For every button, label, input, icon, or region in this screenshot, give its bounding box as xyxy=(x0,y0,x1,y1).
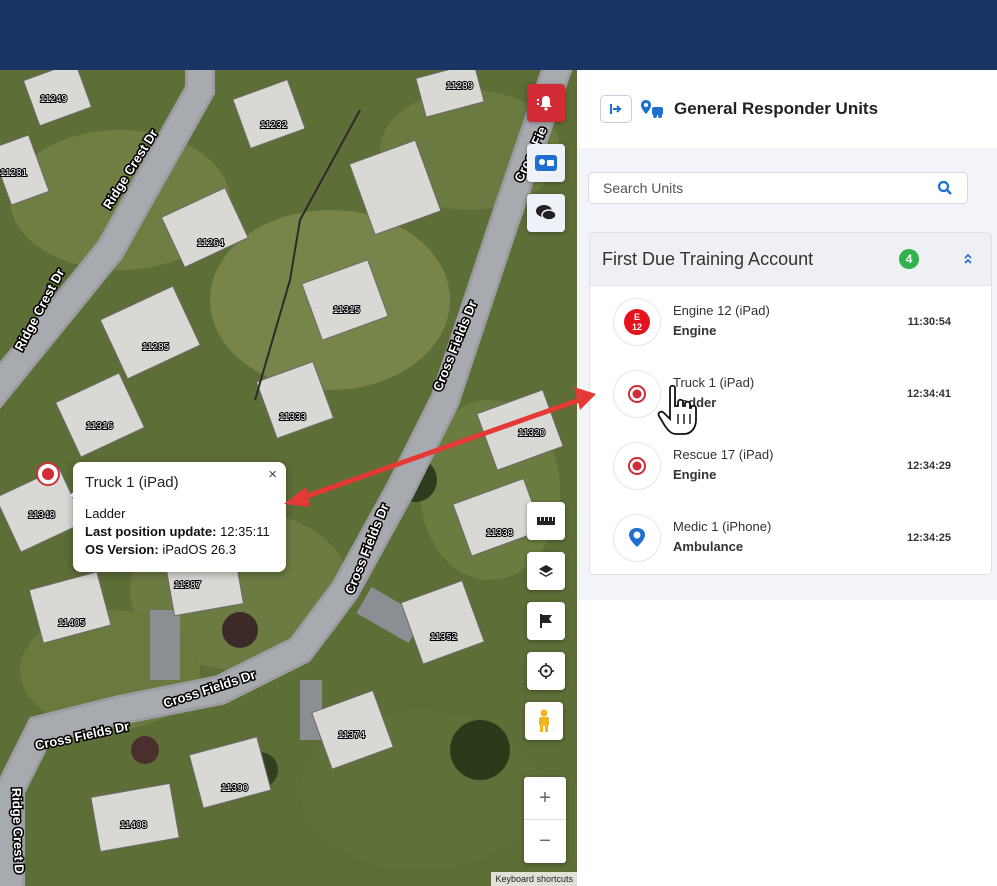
ruler-icon xyxy=(537,517,555,525)
unit-time: 11:30:54 xyxy=(907,316,951,328)
unit-avatar xyxy=(613,514,661,562)
responder-map-icon xyxy=(641,100,663,118)
locate-button[interactable] xyxy=(527,652,565,690)
unit-info-popup: Truck 1 (iPad) × Ladder Last position up… xyxy=(73,462,286,572)
house-number-label: 11348 xyxy=(28,510,56,521)
unit-row-engine-12[interactable]: E 12 Engine 12 (iPad) Engine 11:30:54 xyxy=(590,286,991,358)
responder-units-button[interactable] xyxy=(527,144,565,182)
house-number-label: 11232 xyxy=(260,120,288,131)
popup-title: Truck 1 (iPad) xyxy=(85,474,179,491)
alert-bell-button[interactable] xyxy=(527,84,565,122)
satellite-map[interactable]: 11249 11232 11289 11281 11264 11315 1128… xyxy=(0,70,577,886)
panel-body: First Due Training Account 4 E 12 Engine… xyxy=(577,148,997,600)
popup-last-update-value: 12:35:11 xyxy=(220,524,270,539)
search-icon[interactable] xyxy=(937,180,953,196)
account-group: First Due Training Account 4 E 12 Engine… xyxy=(589,232,992,575)
house-number-label: 11249 xyxy=(40,94,68,105)
ambulance-marker-icon xyxy=(629,528,645,547)
house-number-label: 11374 xyxy=(338,730,366,741)
house-number-label: 11333 xyxy=(279,412,307,423)
house-number-label: 11281 xyxy=(0,168,28,179)
zoom-control: + − xyxy=(524,777,566,863)
top-app-bar xyxy=(0,0,997,70)
unit-type: Ambulance xyxy=(673,539,744,554)
chat-bubbles-icon xyxy=(536,205,557,221)
truck-1-map-marker[interactable] xyxy=(36,462,60,486)
search-box xyxy=(588,172,968,204)
account-name: First Due Training Account xyxy=(602,248,814,269)
measure-button[interactable] xyxy=(527,502,565,540)
collapse-panel-button[interactable] xyxy=(600,95,632,123)
keyboard-shortcuts-link[interactable]: Keyboard shortcuts xyxy=(491,872,577,886)
panel-header: General Responder Units xyxy=(577,70,997,148)
popup-close-button[interactable]: × xyxy=(268,466,277,483)
layers-icon xyxy=(539,565,553,577)
account-group-header[interactable]: First Due Training Account 4 xyxy=(590,233,991,286)
unit-type: Engine xyxy=(673,467,717,482)
flag-button[interactable] xyxy=(527,602,565,640)
unit-avatar xyxy=(613,370,661,418)
house-number-label: 11315 xyxy=(333,305,361,316)
popup-last-update: Last position update: 12:35:11 xyxy=(85,523,274,541)
house-number-label: 11390 xyxy=(221,783,249,794)
popup-unit-type: Ladder xyxy=(85,506,126,521)
unit-time: 12:34:25 xyxy=(906,532,951,544)
search-input[interactable] xyxy=(603,180,937,196)
collapse-arrow-icon xyxy=(610,104,622,114)
house-number-label: 11289 xyxy=(446,81,474,92)
bell-alert-icon xyxy=(537,96,552,111)
flag-icon xyxy=(540,614,552,628)
house-number-label: 11405 xyxy=(58,618,86,629)
unit-type: Ladder xyxy=(673,395,717,410)
pegman-icon xyxy=(539,709,549,732)
popup-last-update-label: Last position update: xyxy=(85,524,217,539)
house-number-label: 11387 xyxy=(174,580,202,591)
unit-name: Truck 1 (iPad) xyxy=(673,375,755,390)
house-number-label: 11320 xyxy=(518,428,546,439)
popup-os-label: OS Version: xyxy=(85,542,159,557)
house-number-label: 11264 xyxy=(197,238,225,249)
chat-button[interactable] xyxy=(527,194,565,232)
svg-text:12: 12 xyxy=(632,322,642,332)
rescue-marker-icon xyxy=(628,457,646,475)
popup-os-value: iPadOS 26.3 xyxy=(162,542,237,557)
engine-12-badge-icon: E 12 xyxy=(624,309,650,335)
responder-units-panel: General Responder Units First Due Traini… xyxy=(577,70,997,886)
unit-count-badge: 4 xyxy=(899,249,919,269)
unit-name: Rescue 17 (iPad) xyxy=(673,447,774,462)
panel-title: General Responder Units xyxy=(674,99,879,118)
popup-os-version: OS Version: iPadOS 26.3 xyxy=(85,541,274,559)
house-number-label: 11285 xyxy=(142,342,170,353)
truck-marker-icon xyxy=(42,468,54,480)
house-number-label: 11316 xyxy=(86,421,114,432)
zoom-out-button[interactable]: − xyxy=(524,820,566,863)
unit-avatar: E 12 xyxy=(613,298,661,346)
house-number-label: 11352 xyxy=(430,632,458,643)
unit-time: 12:34:29 xyxy=(906,460,951,472)
unit-type: Engine xyxy=(673,323,717,338)
house-number-label: 11338 xyxy=(486,528,514,539)
chevron-collapse-icon[interactable] xyxy=(963,253,973,265)
unit-row-rescue-17[interactable]: Rescue 17 (iPad) Engine 12:34:29 xyxy=(590,430,991,502)
hand-pointer-cursor-icon xyxy=(657,384,697,435)
house-number-label: 11408 xyxy=(120,820,148,831)
responder-map-icon xyxy=(535,155,557,171)
layers-button[interactable] xyxy=(527,552,565,590)
zoom-in-button[interactable]: + xyxy=(524,777,566,820)
unit-row-truck-1[interactable]: Truck 1 (iPad) Ladder 12:34:41 xyxy=(590,358,991,430)
unit-name: Engine 12 (iPad) xyxy=(673,303,770,318)
unit-time: 12:34:41 xyxy=(906,388,951,400)
unit-row-medic-1[interactable]: Medic 1 (iPhone) Ambulance 12:34:25 xyxy=(590,502,991,574)
street-view-button[interactable] xyxy=(525,702,563,740)
unit-name: Medic 1 (iPhone) xyxy=(673,519,772,534)
truck-marker-icon xyxy=(628,385,646,403)
svg-text:E: E xyxy=(634,312,640,322)
unit-avatar xyxy=(613,442,661,490)
street-label: Ridge Crest D xyxy=(9,788,27,874)
crosshair-icon xyxy=(538,663,554,679)
